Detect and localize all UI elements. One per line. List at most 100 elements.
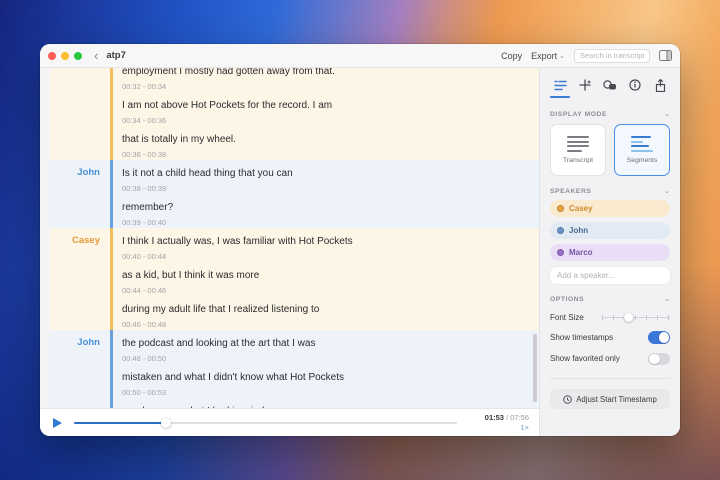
- speaker-name: John: [569, 226, 589, 235]
- segment-timestamp: 00:46 - 00:48: [122, 320, 167, 329]
- minimize-window-button[interactable]: [61, 51, 69, 60]
- vertical-scrollbar[interactable]: [533, 334, 537, 402]
- segment-text: Is it not a child head thing that you ca…: [122, 168, 293, 179]
- speaker-label: [50, 68, 110, 160]
- font-size-label: Font Size: [550, 312, 584, 322]
- segment-text: mistaken and what I didn't know what Hot…: [122, 372, 345, 383]
- transcript-segment[interactable]: remember? 00:39 - 00:40: [122, 194, 531, 228]
- transcript-segment[interactable]: was because what I had in mind.: [122, 398, 531, 408]
- slider-track: [602, 316, 670, 318]
- segment-timestamp: 00:38 - 00:39: [122, 184, 167, 193]
- clock-icon: [563, 394, 572, 404]
- speaker-label: John: [77, 167, 100, 178]
- window-title: atp7: [106, 50, 126, 61]
- speaker-pill[interactable]: John: [550, 222, 670, 239]
- desktop-wallpaper: ‹ atp7 Copy Export ⌄ employment I mostly…: [0, 0, 720, 480]
- speaker-color-dot: [557, 227, 564, 234]
- segment-column: employment I mostly had gotten away from…: [113, 68, 539, 160]
- chevron-down-icon: ⌄: [559, 52, 565, 60]
- toggle-row: Show timestamps: [550, 331, 670, 344]
- speaker-group: Casey I think I actually was, I was famil…: [50, 228, 539, 330]
- close-window-button[interactable]: [48, 51, 56, 60]
- segment-timestamp: 00:34 - 00:36: [122, 116, 167, 125]
- segment-column: the podcast and looking at the art that …: [113, 330, 539, 408]
- back-chevron-icon[interactable]: ‹: [92, 49, 100, 62]
- progress-thumb[interactable]: [160, 417, 171, 428]
- divider: [550, 378, 670, 379]
- window-titlebar: ‹ atp7 Copy Export ⌄: [40, 44, 680, 68]
- segment-timestamp: 00:40 - 00:44: [122, 252, 167, 261]
- sidebar-toggle-icon[interactable]: [659, 50, 672, 61]
- segment-text: I think I actually was, I was familiar w…: [122, 236, 353, 247]
- playback-progress-slider[interactable]: [74, 417, 457, 429]
- speaker-label: John: [77, 337, 100, 348]
- transcript-lines-icon: [567, 136, 589, 152]
- display-mode-transcript-card[interactable]: Transcript: [550, 124, 606, 176]
- speaker-group: John the podcast and looking at the art t…: [50, 330, 539, 408]
- info-icon[interactable]: [627, 77, 643, 93]
- segments-list[interactable]: employment I mostly had gotten away from…: [40, 68, 539, 408]
- sidebar-tabs: [550, 75, 670, 99]
- share-icon[interactable]: [652, 77, 668, 93]
- segment-timestamp: 00:48 - 00:50: [122, 354, 167, 363]
- speakers-header: SPEAKERS ⌄: [550, 187, 670, 196]
- chat-bubbles-icon[interactable]: [602, 77, 618, 93]
- progress-fill: [74, 421, 166, 424]
- chevron-down-icon[interactable]: ⌄: [664, 110, 670, 118]
- copy-button[interactable]: Copy: [501, 51, 522, 61]
- export-button[interactable]: Export ⌄: [531, 51, 565, 61]
- player-bar: 01:53 / 07:56 1×: [40, 408, 539, 436]
- slider-thumb[interactable]: [623, 312, 633, 322]
- inspector-sidebar: DISPLAY MODE ⌄ Transcript Segments SPEAK…: [540, 68, 680, 436]
- add-speaker-input[interactable]: [550, 267, 670, 284]
- play-button[interactable]: [50, 416, 64, 430]
- transcript-segment[interactable]: that is totally in my wheel. 00:36 - 00:3…: [122, 126, 531, 160]
- transcript-segment[interactable]: the podcast and looking at the art that …: [122, 330, 531, 364]
- segment-text: that is totally in my wheel.: [122, 134, 236, 145]
- display-mode-segments-card[interactable]: Segments: [614, 124, 670, 176]
- transcript-segment[interactable]: Is it not a child head thing that you ca…: [122, 160, 531, 194]
- app-window: ‹ atp7 Copy Export ⌄ employment I mostly…: [40, 44, 680, 436]
- segment-timestamp: 00:39 - 00:40: [122, 218, 167, 227]
- speaker-pill[interactable]: Marco: [550, 244, 670, 261]
- magic-add-icon[interactable]: [577, 77, 593, 93]
- segment-column: I think I actually was, I was familiar w…: [113, 228, 539, 330]
- segment-text: employment I mostly had gotten away from…: [122, 68, 335, 77]
- toggle-switch[interactable]: [648, 331, 670, 344]
- segment-text: the podcast and looking at the art that …: [122, 338, 316, 349]
- speaker-color-dot: [557, 249, 564, 256]
- chevron-down-icon[interactable]: ⌄: [664, 187, 670, 195]
- options-header: OPTIONS ⌄: [550, 295, 670, 304]
- segment-text: as a kid, but I think it was more: [122, 270, 260, 281]
- segment-timestamp: 00:50 - 00:53: [122, 388, 167, 397]
- speaker-pill[interactable]: Casey: [550, 200, 670, 217]
- chevron-down-icon[interactable]: ⌄: [664, 295, 670, 303]
- segment-column: Is it not a child head thing that you ca…: [113, 160, 539, 228]
- segment-timestamp: 00:36 - 00:38: [122, 150, 167, 159]
- speaker-name: Marco: [569, 248, 593, 257]
- speaker-group: employment I mostly had gotten away from…: [50, 68, 539, 160]
- speaker-label: Casey: [72, 235, 100, 246]
- playback-time: 01:53 / 07:56: [484, 413, 529, 422]
- speaker-group: John Is it not a child head thing that yo…: [50, 160, 539, 228]
- adjust-start-timestamp-button[interactable]: Adjust Start Timestamp: [550, 389, 670, 409]
- toggle-knob: [658, 332, 669, 343]
- transcript-segment[interactable]: employment I mostly had gotten away from…: [122, 68, 531, 92]
- transcript-tab-icon[interactable]: [550, 77, 570, 98]
- transcript-segment[interactable]: I think I actually was, I was familiar w…: [122, 228, 531, 262]
- segments-lines-icon: [631, 136, 653, 152]
- segment-timestamp: 00:44 - 00:46: [122, 286, 167, 295]
- segment-text: I am not above Hot Pockets for the recor…: [122, 100, 333, 111]
- search-input[interactable]: [574, 48, 650, 63]
- transcript-segment[interactable]: mistaken and what I didn't know what Hot…: [122, 364, 531, 398]
- segment-text: was because what I had in mind.: [122, 405, 531, 408]
- transcript-segment[interactable]: as a kid, but I think it was more 00:44 -…: [122, 262, 531, 296]
- display-mode-header: DISPLAY MODE ⌄: [550, 110, 670, 119]
- font-size-slider[interactable]: [602, 312, 670, 322]
- speaker-color-dot: [557, 205, 564, 212]
- toggle-switch[interactable]: [648, 352, 670, 365]
- zoom-window-button[interactable]: [74, 51, 82, 60]
- transcript-segment[interactable]: during my adult life that I realized lis…: [122, 296, 531, 330]
- transcript-segment[interactable]: I am not above Hot Pockets for the recor…: [122, 92, 531, 126]
- playback-speed-button[interactable]: 1×: [520, 423, 529, 432]
